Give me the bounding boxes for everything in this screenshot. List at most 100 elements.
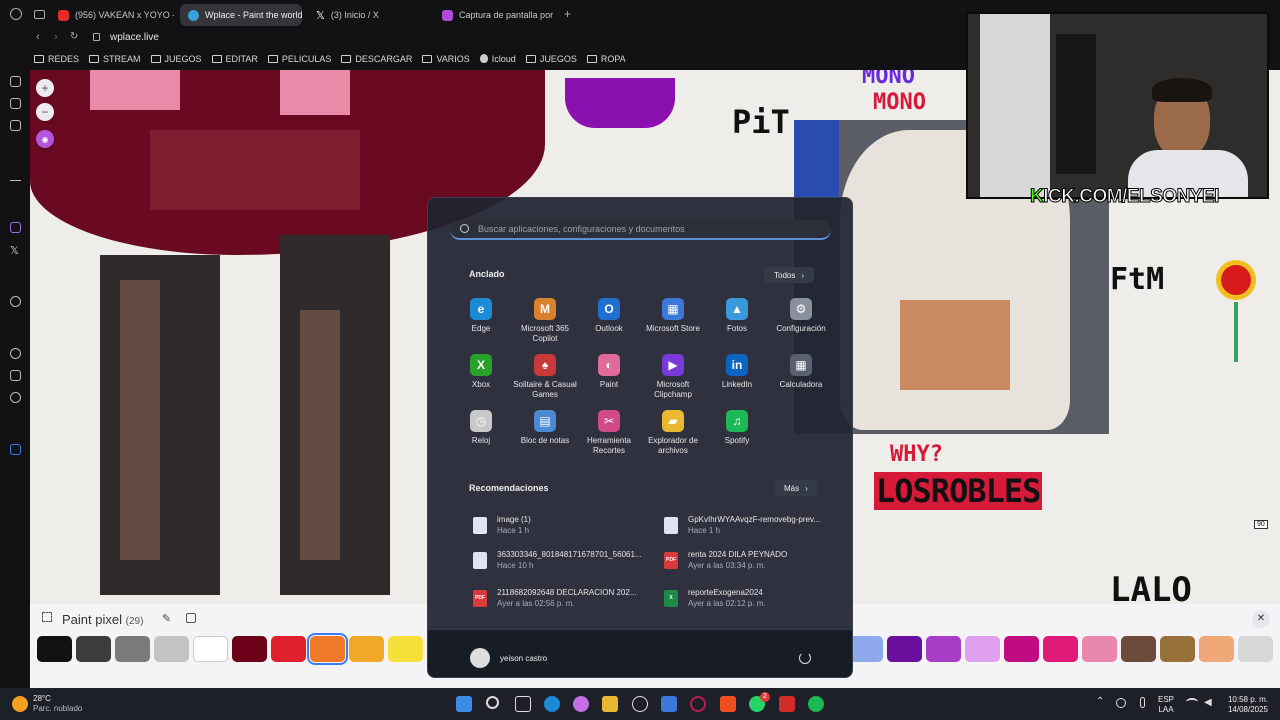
color-swatch[interactable]: [1082, 636, 1117, 662]
tab-x[interactable]: 𝕏 (3) Inicio / X: [308, 4, 428, 26]
all-apps-button[interactable]: Todos ›: [764, 267, 815, 283]
language-indicator[interactable]: ESP LAA: [1158, 695, 1174, 715]
pinned-app-bloc-de-notas[interactable]: ▤ Bloc de notas: [513, 410, 577, 446]
user-name[interactable]: yeison castro: [500, 654, 547, 663]
recommendation-item[interactable]: XreporteExogena2024 Ayer a las 02:12 p. m…: [664, 584, 852, 612]
microphone-icon[interactable]: [1140, 697, 1145, 708]
new-tab-icon[interactable]: +: [564, 7, 571, 21]
tab-list-icon[interactable]: [34, 10, 45, 19]
pinned-app-microsoft-clipchamp[interactable]: ▶ Microsoft Clipchamp: [641, 354, 705, 400]
recommendation-item[interactable]: 363303346_801848171678701_56061... Hace 1…: [473, 546, 663, 574]
color-swatch[interactable]: [1004, 636, 1039, 662]
color-swatch[interactable]: [271, 636, 306, 662]
color-swatch[interactable]: [232, 636, 267, 662]
tab-screenshot[interactable]: Captura de pantalla por L: [434, 4, 556, 26]
more-button[interactable]: Más ›: [774, 480, 818, 496]
pinned-app-linkedin[interactable]: in LinkedIn: [705, 354, 769, 390]
url-text[interactable]: wplace.live: [110, 32, 159, 43]
pinned-app-herramienta-recortes[interactable]: ✂ Herramienta Recortes: [577, 410, 641, 456]
chrome-icon[interactable]: [632, 696, 648, 712]
bookmark-ropa[interactable]: ROPA: [586, 54, 626, 64]
sidebar-twitch-icon[interactable]: [10, 222, 21, 233]
file-explorer-icon[interactable]: [602, 696, 618, 712]
recommendation-item[interactable]: PDF 2118682092648 DECLARACION 202... Ayer …: [473, 584, 663, 612]
pinned-app-reloj[interactable]: ◷ Reloj: [449, 410, 513, 446]
save-template-icon[interactable]: [186, 613, 196, 623]
pinned-app-edge[interactable]: e Edge: [449, 298, 513, 334]
color-swatch[interactable]: [1238, 636, 1273, 662]
tab-youtube[interactable]: (956) VAKEAN x YOYO -: [50, 4, 174, 26]
bookmark-redes[interactable]: REDES: [34, 54, 79, 64]
start-search-input[interactable]: Buscar aplicaciones, configuraciones y d…: [450, 220, 831, 240]
tray-expand-icon[interactable]: ⌃: [1096, 696, 1104, 707]
avatar[interactable]: [470, 648, 490, 668]
recommendation-item[interactable]: GpKvIhrWYAAvqzF-removebg-prev... Hace 1 h: [664, 511, 852, 539]
weather-widget[interactable]: 28°C Parc. nublado: [33, 694, 82, 714]
clock[interactable]: 10:58 p. m. 14/08/2025: [1222, 695, 1274, 715]
pinned-app-paint[interactable]: ◐ Paint: [577, 354, 641, 390]
bookmark-varios[interactable]: VARIOS: [422, 54, 470, 64]
color-swatch[interactable]: [848, 636, 883, 662]
color-swatch[interactable]: [115, 636, 150, 662]
sidebar-history-icon[interactable]: [10, 348, 21, 359]
pinned-app-microsoft-store[interactable]: ▦ Microsoft Store: [641, 298, 705, 334]
pinned-app-calculadora[interactable]: ▦ Calculadora: [769, 354, 833, 390]
back-icon[interactable]: ‹: [36, 31, 40, 43]
recommendation-item[interactable]: image (1) Hace 1 h: [473, 511, 663, 539]
bookmark-editar[interactable]: EDITAR: [211, 54, 258, 64]
color-swatch[interactable]: [965, 636, 1000, 662]
sidebar-x-icon[interactable]: 𝕏: [10, 244, 19, 257]
browser-menu-icon[interactable]: [10, 8, 22, 20]
close-icon[interactable]: ✕: [1252, 610, 1270, 628]
sidebar-settings-icon[interactable]: [10, 392, 21, 403]
recommendation-item[interactable]: PDF renta 2024 DILA PEYNADO Ayer a las 03:…: [664, 546, 852, 574]
pencil-icon[interactable]: ✎: [162, 612, 171, 625]
power-icon[interactable]: [799, 652, 811, 664]
color-swatch[interactable]: [388, 636, 423, 662]
pinned-app-fotos[interactable]: ▲ Fotos: [705, 298, 769, 334]
zoom-in-button[interactable]: +: [36, 79, 54, 97]
sidebar-extensions-icon[interactable]: [10, 370, 21, 381]
bookmark-juegos[interactable]: JUEGOS: [150, 54, 202, 64]
task-view-icon[interactable]: [515, 696, 531, 712]
pinned-app-explorador-de-archivos[interactable]: ▰ Explorador de archivos: [641, 410, 705, 456]
edge-icon[interactable]: [544, 696, 560, 712]
pinned-app-spotify[interactable]: ♫ Spotify: [705, 410, 769, 446]
color-swatch[interactable]: [1160, 636, 1195, 662]
sidebar-aria-icon[interactable]: [10, 170, 21, 181]
color-swatch[interactable]: [37, 636, 72, 662]
forward-icon[interactable]: ›: [54, 31, 58, 43]
pinned-app-configuraci-n[interactable]: ⚙ Configuración: [769, 298, 833, 334]
color-swatch[interactable]: [926, 636, 961, 662]
sidebar-wallet-icon[interactable]: [10, 98, 21, 109]
color-swatch[interactable]: [193, 636, 228, 662]
windows-start-icon[interactable]: [456, 696, 472, 712]
color-swatch[interactable]: [349, 636, 384, 662]
bookmark-stream[interactable]: STREAM: [89, 54, 141, 64]
color-swatch[interactable]: [1121, 636, 1156, 662]
tray-app-icon[interactable]: [1116, 698, 1126, 708]
tab-wplace[interactable]: Wplace - Paint the world: [180, 4, 302, 26]
color-swatch[interactable]: [307, 633, 348, 665]
taskbar-search-icon[interactable]: [486, 696, 499, 709]
app-icon[interactable]: [779, 696, 795, 712]
weather-icon[interactable]: [12, 696, 28, 712]
color-swatch[interactable]: [887, 636, 922, 662]
pinned-app-xbox[interactable]: X Xbox: [449, 354, 513, 390]
color-swatch[interactable]: [1199, 636, 1234, 662]
brave-icon[interactable]: [720, 696, 736, 712]
pinned-app-microsoft-365-copilot[interactable]: M Microsoft 365 Copilot: [513, 298, 577, 344]
reload-icon[interactable]: ↻: [70, 31, 78, 42]
spotify-icon[interactable]: [808, 696, 824, 712]
wifi-icon[interactable]: [1186, 698, 1198, 706]
expand-icon[interactable]: [42, 612, 52, 622]
zoom-out-button[interactable]: −: [36, 103, 54, 121]
pinned-app-outlook[interactable]: O Outlook: [577, 298, 641, 334]
twitch-login-icon[interactable]: ◉: [36, 130, 54, 148]
sidebar-spotify-icon[interactable]: [10, 296, 21, 307]
color-swatch[interactable]: [154, 636, 189, 662]
sidebar-shopping-icon[interactable]: [10, 76, 21, 87]
sidebar-messenger-icon[interactable]: [10, 120, 21, 131]
bookmark-icloud[interactable]: Icloud: [479, 54, 516, 64]
sidebar-app-icon[interactable]: [10, 444, 21, 455]
